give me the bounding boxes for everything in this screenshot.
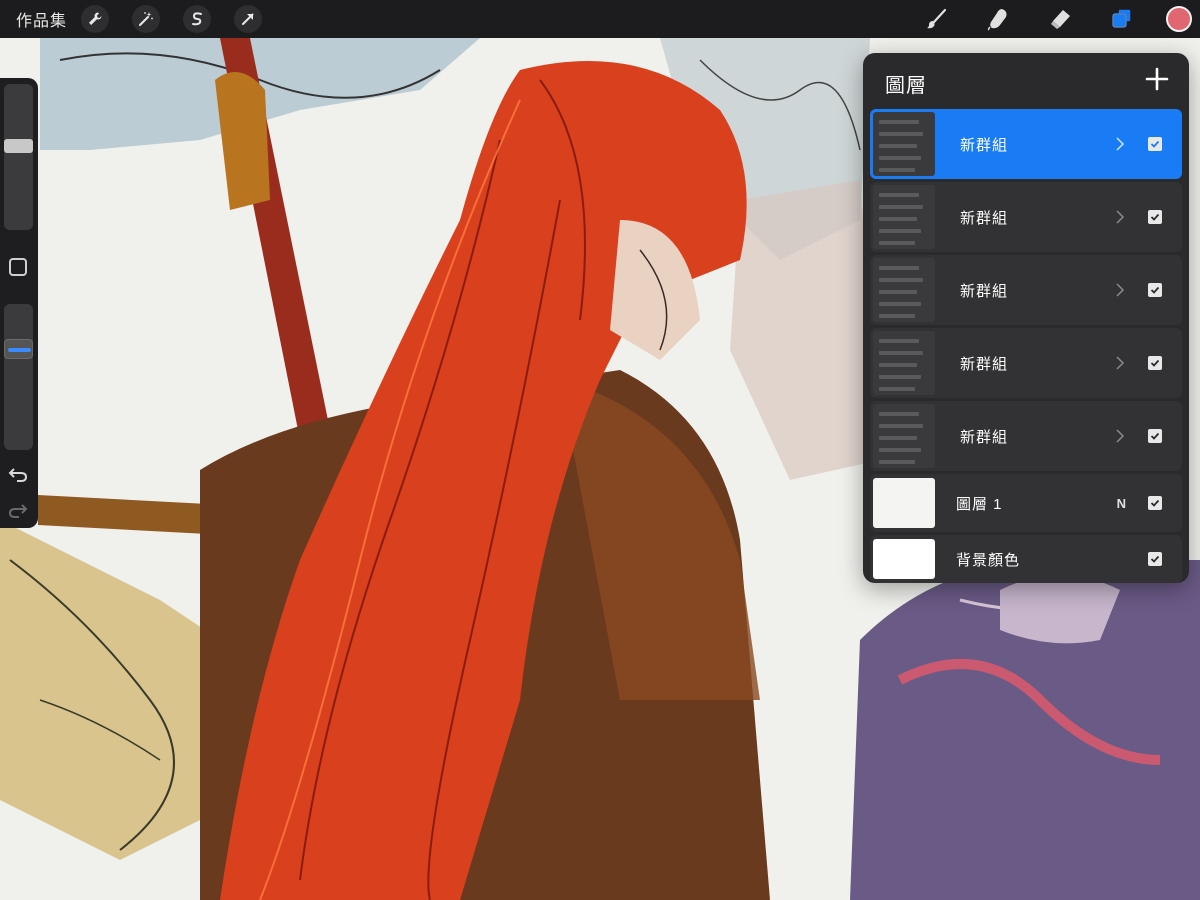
procreate-app: 作品集 圖層 新群組 新群組 新群組 新群組 新群組 圖層 1 N 背景顏色 xyxy=(0,0,1200,900)
opacity-slider[interactable] xyxy=(4,304,33,450)
layer-name: 新群組 xyxy=(960,209,1009,227)
checkmark-icon xyxy=(1150,213,1160,221)
left-sidebar xyxy=(0,78,38,528)
chevron-right-icon[interactable] xyxy=(1114,210,1126,224)
visibility-checkbox[interactable] xyxy=(1148,496,1162,510)
layer-name: 新群組 xyxy=(960,428,1009,446)
layers-panel-header: 圖層 xyxy=(863,53,1189,109)
checkmark-icon xyxy=(1150,359,1160,367)
blend-mode-button[interactable]: N xyxy=(1117,496,1126,511)
transform-button[interactable] xyxy=(234,5,263,33)
layer-name: 新群組 xyxy=(960,355,1009,373)
eraser-tool-button[interactable] xyxy=(1042,1,1078,37)
magic-wand-icon xyxy=(139,12,153,26)
chevron-right-icon[interactable] xyxy=(1114,137,1126,151)
visibility-checkbox[interactable] xyxy=(1148,210,1162,224)
layer-row-group-5[interactable]: 新群組 xyxy=(870,401,1182,471)
actions-button[interactable] xyxy=(81,5,110,33)
layer-row-group-4[interactable]: 新群組 xyxy=(870,328,1182,398)
eraser-icon xyxy=(1051,10,1070,29)
top-toolbar: 作品集 xyxy=(0,0,1200,38)
paint-tool-button[interactable] xyxy=(918,1,954,37)
chevron-right-icon[interactable] xyxy=(1114,356,1126,370)
layers-icon xyxy=(1112,8,1132,28)
layer-row-layer-1[interactable]: 圖層 1 N xyxy=(870,474,1182,532)
layer-row-background[interactable]: 背景顏色 xyxy=(870,535,1182,583)
layer-name: 新群組 xyxy=(960,282,1009,300)
chevron-right-icon[interactable] xyxy=(1114,429,1126,443)
selection-s-icon xyxy=(192,12,203,26)
gallery-button[interactable]: 作品集 xyxy=(16,7,67,31)
redo-button[interactable] xyxy=(8,500,30,520)
visibility-checkbox[interactable] xyxy=(1148,356,1162,370)
color-picker-button[interactable] xyxy=(1166,6,1192,32)
layer-thumbnail xyxy=(873,112,935,176)
checkmark-icon xyxy=(1150,432,1160,440)
checkmark-icon xyxy=(1150,140,1160,148)
visibility-checkbox[interactable] xyxy=(1148,552,1162,566)
opacity-thumb[interactable] xyxy=(4,338,33,359)
layer-row-group-3[interactable]: 新群組 xyxy=(870,255,1182,325)
brush-size-slider[interactable] xyxy=(4,84,33,230)
layer-thumbnail xyxy=(873,331,935,395)
checkmark-icon xyxy=(1150,555,1160,563)
adjustments-button[interactable] xyxy=(132,5,161,33)
layer-row-group-1[interactable]: 新群組 xyxy=(870,109,1182,179)
visibility-checkbox[interactable] xyxy=(1148,137,1162,151)
arrow-cursor-icon xyxy=(242,13,254,25)
layer-thumbnail xyxy=(873,478,935,528)
visibility-checkbox[interactable] xyxy=(1148,283,1162,297)
smudge-tool-button[interactable] xyxy=(980,1,1016,37)
add-layer-icon[interactable] xyxy=(1143,65,1171,93)
layer-row-group-2[interactable]: 新群組 xyxy=(870,182,1182,252)
layer-name: 新群組 xyxy=(960,136,1009,154)
checkmark-icon xyxy=(1150,286,1160,294)
redo-icon xyxy=(8,504,28,518)
modify-button[interactable] xyxy=(9,258,27,276)
layer-thumbnail xyxy=(873,404,935,468)
brush-icon xyxy=(927,8,947,29)
layer-thumbnail xyxy=(873,258,935,322)
layers-panel: 圖層 新群組 新群組 新群組 新群組 新群組 圖層 1 N 背景顏色 xyxy=(863,53,1189,583)
undo-button[interactable] xyxy=(8,464,30,484)
chevron-right-icon[interactable] xyxy=(1114,283,1126,297)
layer-name: 背景顏色 xyxy=(956,551,1021,569)
layers-panel-title: 圖層 xyxy=(885,75,927,97)
layer-thumbnail xyxy=(873,185,935,249)
opacity-thumb-indicator xyxy=(8,347,31,352)
layers-tool-button[interactable] xyxy=(1104,1,1140,37)
layer-name: 圖層 1 xyxy=(956,495,1003,513)
visibility-checkbox[interactable] xyxy=(1148,429,1162,443)
checkmark-icon xyxy=(1150,499,1160,507)
undo-icon xyxy=(8,468,28,482)
toolbar-right xyxy=(892,0,1200,38)
wrench-icon xyxy=(89,12,102,25)
background-swatch xyxy=(873,539,935,579)
brush-size-thumb[interactable] xyxy=(4,139,33,154)
selection-button[interactable] xyxy=(183,5,212,33)
smudge-icon xyxy=(987,9,1007,31)
